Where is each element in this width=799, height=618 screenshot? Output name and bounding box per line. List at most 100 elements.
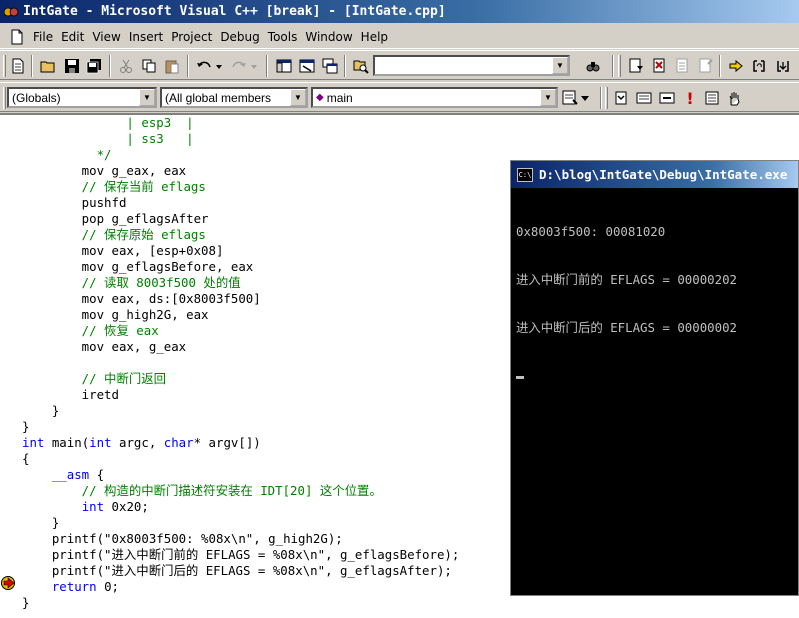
chevron-down-icon[interactable]: ▼	[540, 89, 556, 106]
toolbar-grip[interactable]	[3, 87, 6, 109]
code-token: mov eax, g_eax	[22, 339, 187, 354]
find-combo[interactable]: ▼	[373, 55, 570, 76]
menu-debug[interactable]: Debug	[216, 30, 263, 44]
code-line[interactable]: pop g_eflagsAfter	[22, 211, 459, 227]
toolbar-grip[interactable]	[3, 55, 6, 77]
compile-icon[interactable]	[658, 89, 676, 107]
function-icon: ◆	[316, 92, 324, 103]
filter-combo[interactable]: (All global members ▼	[160, 87, 308, 108]
stop-build-icon[interactable]	[674, 57, 692, 75]
separator	[187, 55, 189, 77]
build-icon[interactable]	[651, 57, 669, 75]
class-combo-value[interactable]: (Globals)	[9, 91, 139, 105]
menu-project[interactable]: Project	[167, 30, 216, 44]
member-combo[interactable]: ◆ main ▼	[311, 87, 558, 108]
code-line[interactable]: printf("进入中断门前的 EFLAGS = %08x\n", g_efla…	[22, 547, 460, 563]
code-line[interactable]: */	[22, 147, 459, 163]
separator	[266, 55, 268, 77]
code-line[interactable]: // 中断门返回	[22, 371, 459, 387]
toolbar-grip[interactable]	[605, 87, 608, 109]
chevron-down-icon[interactable]: ▼	[552, 57, 568, 74]
code-line[interactable]: __asm {	[22, 467, 459, 483]
execute-icon[interactable]	[697, 57, 715, 75]
compile-icon[interactable]	[627, 57, 645, 75]
build-icon[interactable]	[635, 89, 653, 107]
cut-icon[interactable]	[117, 57, 135, 75]
code-line[interactable]: printf("进入中断门后的 EFLAGS = %08x\n", g_efla…	[22, 563, 459, 579]
code-line[interactable]: }	[22, 515, 459, 531]
chevron-down-icon[interactable]: ▼	[139, 89, 155, 106]
paste-icon[interactable]	[163, 57, 181, 75]
menu-insert[interactable]: Insert	[125, 30, 167, 44]
go-icon[interactable]	[612, 89, 630, 107]
new-file-icon[interactable]	[9, 57, 27, 75]
code-line[interactable]: }	[22, 419, 459, 435]
code-line[interactable]: // 保存原始 eflags	[22, 227, 459, 243]
menu-edit[interactable]: Edit	[57, 30, 88, 44]
separator	[344, 55, 346, 77]
filter-combo-value[interactable]: (All global members	[162, 91, 290, 105]
menu-help[interactable]: Help	[357, 30, 392, 44]
member-combo-value[interactable]: main	[324, 91, 540, 105]
hand-icon[interactable]	[726, 89, 744, 107]
code-line[interactable]: mov eax, [esp+0x08]	[22, 243, 459, 259]
step-over-icon[interactable]	[774, 57, 792, 75]
breakpoint-list-icon[interactable]	[703, 89, 721, 107]
code-line[interactable]: | ss3 |	[22, 131, 459, 147]
find-in-files-icon[interactable]	[352, 57, 370, 75]
menu-window[interactable]: Window	[301, 30, 356, 44]
chevron-down-icon[interactable]: ▼	[290, 89, 306, 106]
output-icon[interactable]	[298, 57, 316, 75]
code-line[interactable]: // 读取 8003f500 处的值	[22, 275, 459, 291]
editor-gutter[interactable]	[0, 115, 18, 618]
document-icon[interactable]	[9, 29, 25, 45]
find-icon[interactable]	[584, 57, 602, 75]
code-line[interactable]: | esp3 |	[22, 115, 459, 131]
code-line[interactable]: pushfd	[22, 195, 459, 211]
code-token: }	[22, 595, 30, 610]
code-line[interactable]: {	[22, 451, 459, 467]
undo-icon[interactable]	[195, 57, 223, 75]
code-keyword: int	[81, 499, 105, 514]
stop-icon[interactable]: !	[681, 89, 699, 108]
code-line[interactable]	[22, 355, 459, 371]
console-window[interactable]: C:\ D:\blog\IntGate\Debug\IntGate.exe 0x…	[510, 160, 799, 596]
code-line[interactable]: mov g_high2G, eax	[22, 307, 459, 323]
go-icon[interactable]	[727, 57, 745, 75]
code-line[interactable]: printf("0x8003f500: %08x\n", g_high2G);	[22, 531, 459, 547]
code-line[interactable]: iretd	[22, 387, 459, 403]
code-line[interactable]: int 0x20;	[22, 499, 459, 515]
save-all-icon[interactable]	[85, 57, 103, 75]
toolbar-grip[interactable]	[618, 55, 621, 77]
code-line[interactable]: }	[22, 595, 459, 611]
code-line[interactable]: mov g_eax, eax	[22, 163, 459, 179]
code-comment: // 保存原始 eflags	[22, 227, 206, 242]
menu-tools[interactable]: Tools	[264, 30, 302, 44]
open-icon[interactable]	[39, 57, 57, 75]
code-line[interactable]: // 构造的中断门描述符安装在 IDT[20] 这个位置。	[22, 483, 459, 499]
code-line[interactable]: mov eax, g_eax	[22, 339, 459, 355]
code-text[interactable]: | esp3 | | ss3 | */ mov g_eax, eax // 保存…	[22, 115, 459, 611]
window-list-icon[interactable]	[321, 57, 339, 75]
code-line[interactable]: int main(int argc, char* argv[])	[22, 435, 459, 451]
separator	[612, 55, 614, 77]
code-token: {	[89, 467, 105, 482]
redo-icon[interactable]	[230, 57, 258, 75]
code-line[interactable]: // 保存当前 eflags	[22, 179, 459, 195]
class-combo[interactable]: (Globals) ▼	[7, 87, 157, 108]
code-line[interactable]: mov eax, ds:[0x8003f500]	[22, 291, 459, 307]
menu-view[interactable]: View	[88, 30, 124, 44]
wizard-action-icon[interactable]	[562, 89, 590, 107]
save-icon[interactable]	[63, 57, 81, 75]
step-into-icon[interactable]	[750, 57, 768, 75]
code-line[interactable]: }	[22, 403, 459, 419]
code-line[interactable]: // 恢复 eax	[22, 323, 459, 339]
menu-file[interactable]: File	[29, 30, 57, 44]
console-output[interactable]: 0x8003f500: 00081020 进入中断门前的 EFLAGS = 00…	[511, 188, 798, 411]
console-title-bar[interactable]: C:\ D:\blog\IntGate\Debug\IntGate.exe	[511, 161, 798, 188]
code-line[interactable]: mov g_eflagsBefore, eax	[22, 259, 459, 275]
workspace-icon[interactable]	[275, 57, 293, 75]
code-line[interactable]: return 0;	[22, 579, 459, 595]
copy-icon[interactable]	[140, 57, 158, 75]
